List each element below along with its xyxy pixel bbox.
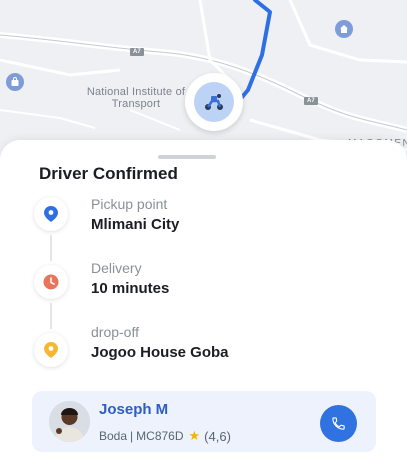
step-connector xyxy=(50,235,52,261)
step-connector xyxy=(50,303,52,329)
delivery-label: Delivery xyxy=(91,260,142,276)
driver-name: Joseph M xyxy=(99,401,169,418)
road-badge: A7 xyxy=(304,97,318,105)
vehicle-type: Boda xyxy=(99,429,128,443)
shopping-bag-icon[interactable] xyxy=(6,73,24,91)
star-icon: ★ xyxy=(188,428,201,443)
map-label-institute: National Institute of Transport xyxy=(86,86,186,110)
clock-icon xyxy=(34,265,68,299)
delivery-value: 10 minutes xyxy=(91,280,170,297)
drag-handle[interactable] xyxy=(158,155,216,159)
scooter-icon xyxy=(194,82,234,122)
road-badge: A7 xyxy=(130,48,144,56)
avatar xyxy=(49,401,90,442)
phone-icon xyxy=(332,417,345,430)
driver-card[interactable]: Joseph M Boda | MC876D ★ (4,6) xyxy=(32,391,376,452)
ride-details-sheet: Driver Confirmed Pickup point Mlimani Ci… xyxy=(0,140,407,470)
driver-meta: Boda | MC876D ★ (4,6) xyxy=(99,428,231,444)
location-pin-icon xyxy=(34,197,68,231)
route-line xyxy=(236,0,272,104)
vehicle-plate: MC876D xyxy=(136,429,184,443)
location-pin-icon xyxy=(34,333,68,367)
building-icon[interactable] xyxy=(335,20,353,38)
pickup-label: Pickup point xyxy=(91,196,168,212)
dropoff-value: Jogoo House Goba xyxy=(91,344,229,361)
meta-separator: | xyxy=(130,429,134,443)
call-button[interactable] xyxy=(320,405,357,442)
driver-location-marker xyxy=(185,73,243,131)
dropoff-label: drop-off xyxy=(91,324,139,340)
pickup-value: Mlimani City xyxy=(91,216,180,233)
sheet-title: Driver Confirmed xyxy=(39,164,178,183)
driver-rating: (4,6) xyxy=(204,428,231,444)
